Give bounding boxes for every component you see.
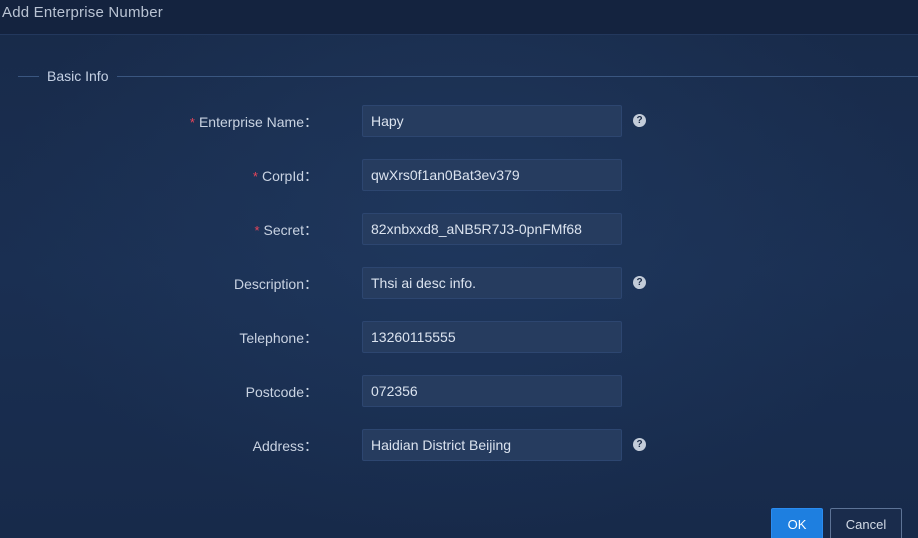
form-row-telephone: Telephone： [0,321,918,353]
form-row-corpid: * CorpId： [0,159,918,191]
basic-info-section: Basic Info [18,68,918,86]
required-mark: * [254,223,260,238]
description-label: Description： [233,276,318,292]
form-row-description: Description： ? [0,267,918,299]
corpid-label: * CorpId： [252,168,318,184]
description-input[interactable] [362,267,622,299]
help-icon[interactable]: ? [633,276,646,289]
divider [117,76,918,77]
enterprise-name-input[interactable] [362,105,622,137]
help-icon[interactable]: ? [633,114,646,127]
enterprise-name-label: * Enterprise Name： [189,114,318,130]
add-enterprise-dialog: Add Enterprise Number Basic Info * Enterp… [0,0,918,538]
required-mark: * [252,169,258,184]
dialog-header: Add Enterprise Number [0,0,918,35]
divider [18,76,39,77]
corpid-input[interactable] [362,159,622,191]
postcode-label: Postcode： [245,384,318,400]
help-icon[interactable]: ? [633,438,646,451]
form-row-enterprise-name: *Enterprise Name： ? [0,105,918,137]
form-row-postcode: Postcode： [0,375,918,407]
telephone-input[interactable] [362,321,622,353]
form-row-secret: * Secret： [0,213,918,245]
address-input[interactable] [362,429,622,461]
cancel-button[interactable]: Cancel [830,508,902,538]
required-mark: * [189,115,195,130]
ok-button[interactable]: OK [771,508,823,538]
section-legend: Basic Info [47,68,109,84]
postcode-input[interactable] [362,375,622,407]
secret-input[interactable] [362,213,622,245]
form-row-address: Address： ? [0,429,918,461]
telephone-label: Telephone： [239,330,318,346]
secret-label: * Secret： [254,222,318,238]
address-label: Address： [252,438,318,454]
dialog-title: Add Enterprise Number [2,4,163,21]
